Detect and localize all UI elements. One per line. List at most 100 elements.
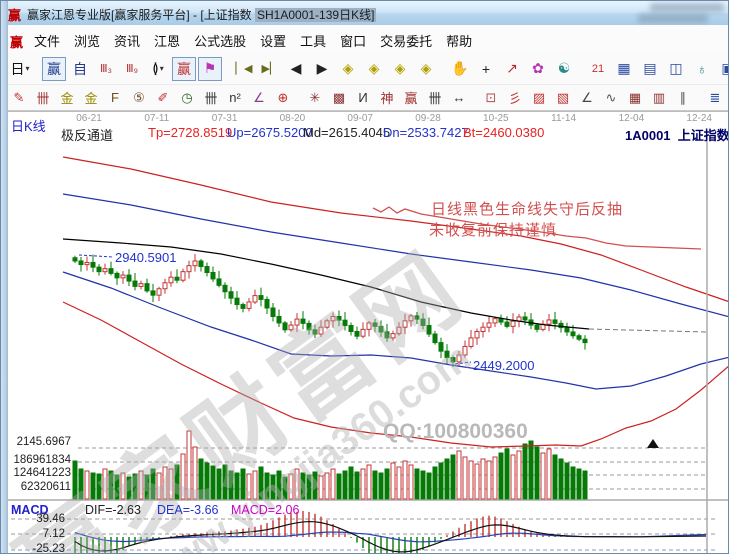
n2-icon: n² — [229, 90, 241, 105]
wave-icon[interactable]: И — [352, 87, 374, 108]
bars-3-icon[interactable]: Ⅲ₃ — [94, 57, 118, 81]
next-page-icon: ▶ — [317, 60, 328, 77]
f-lattice-icon[interactable]: F — [104, 87, 126, 108]
annotation-note-line2: 未收复前保持谨慎 — [429, 219, 557, 240]
symbol-label: 1A0001 上证指数 — [625, 125, 729, 144]
gann-tool-icon[interactable]: 赢 — [172, 57, 196, 81]
parallel-lines-icon: ∥ — [680, 90, 687, 106]
dense-grid-2-icon[interactable]: ▥ — [648, 87, 670, 108]
menu-window[interactable]: 窗口 — [340, 31, 366, 50]
fan-box-2-icon[interactable]: ▧ — [552, 87, 574, 108]
menu-trade[interactable]: 交易委托 — [380, 31, 432, 50]
menu-help[interactable]: 帮助 — [446, 31, 472, 50]
web-save-icon[interactable]: ♁ — [690, 57, 714, 81]
menu-browse[interactable]: 浏览 — [74, 31, 100, 50]
candle-style-icon[interactable]: ≬▾ — [146, 57, 170, 81]
calculator-icon: ▦ — [617, 60, 630, 77]
win-box-icon[interactable]: 赢 — [400, 87, 422, 108]
calculator-icon[interactable]: ▦ — [612, 57, 636, 81]
parallel-lines-icon[interactable]: ∥ — [672, 87, 694, 108]
ribbon-icon: ✿ — [532, 60, 544, 77]
crosshair-icon[interactable]: + — [474, 57, 498, 81]
high-label-leader — [79, 255, 113, 257]
five-ring-icon[interactable]: ⑤ — [128, 87, 150, 108]
web-save-icon: ♁ — [697, 61, 708, 77]
menu-items: 文件浏览资讯江恩公式选股设置工具窗口交易委托帮助 — [27, 31, 479, 51]
angle-rule-icon[interactable]: ∠ — [248, 87, 270, 108]
next-page-icon[interactable]: ▶ — [310, 57, 334, 81]
macd-scale-label: 7.12 — [5, 528, 65, 540]
spiderweb-icon: ✳ — [310, 90, 321, 106]
menu-file[interactable]: 文件 — [34, 31, 60, 50]
gold-lattice-icon: 金 — [60, 88, 73, 107]
f-lattice-icon: F — [111, 90, 119, 105]
ribbon-icon[interactable]: ✿ — [526, 57, 550, 81]
angle-rule-icon: ∠ — [253, 90, 265, 106]
brain-icon: ☯ — [558, 60, 571, 77]
win-box-icon: 赢 — [404, 88, 417, 107]
lattice-icon: 卌 — [36, 88, 49, 107]
pen-icon[interactable]: ✎ — [8, 87, 30, 108]
blurred-watermark — [638, 14, 708, 23]
span-icon[interactable]: ↔ — [448, 87, 470, 108]
dense-grid-icon[interactable]: ▦ — [624, 87, 646, 108]
print-icon[interactable]: ▣ — [716, 57, 729, 81]
flag-icon[interactable]: ⚑ — [198, 57, 222, 81]
info-list-icon[interactable]: 自 — [68, 57, 92, 81]
target-icon[interactable]: ⊕ — [272, 87, 294, 108]
macd-dea-value: DEA=-3.66 — [157, 503, 219, 517]
menu-gann[interactable]: 江恩 — [154, 31, 180, 50]
window-frame-left — [1, 1, 8, 554]
angle-fan-icon[interactable]: ∠ — [576, 87, 598, 108]
last-bar-icon[interactable]: ▶▏ — [258, 57, 282, 81]
annotation-high-price: 2940.5901 — [115, 250, 176, 265]
notepad-icon[interactable]: ▤ — [638, 57, 662, 81]
menu-settings[interactable]: 设置 — [260, 31, 286, 50]
first-bar-icon[interactable]: ▏◀ — [232, 57, 256, 81]
spiderweb-icon[interactable]: ✳ — [304, 87, 326, 108]
menu-bar: 赢 文件浏览资讯江恩公式选股设置工具窗口交易委托帮助 — [1, 25, 729, 54]
menu-formula-stockpick[interactable]: 公式选股 — [194, 31, 246, 50]
segment-icon[interactable]: ↗ — [500, 57, 524, 81]
web-box-icon[interactable]: ▩ — [328, 87, 350, 108]
brush-icon[interactable]: ✐ — [152, 87, 174, 108]
save-icon[interactable]: ◫ — [664, 57, 688, 81]
expand-y-icon[interactable]: ◈ — [414, 57, 438, 81]
menu-news[interactable]: 资讯 — [114, 31, 140, 50]
md-projection-line — [589, 329, 706, 332]
menu-tools[interactable]: 工具 — [300, 31, 326, 50]
chart-mode-icon[interactable]: 赢 — [42, 57, 66, 81]
n2-icon[interactable]: n² — [224, 87, 246, 108]
brain-icon[interactable]: ☯ — [552, 57, 576, 81]
last-bar-icon: ▶▏ — [262, 62, 279, 75]
shrink-x-icon: ◈ — [343, 60, 354, 77]
date-tick: 07-31 — [212, 113, 238, 124]
fan-box-2-icon: ▧ — [557, 90, 569, 106]
clock-wheel-icon[interactable]: ◷ — [176, 87, 198, 108]
macd-macd-value: MACD=2.06 — [231, 503, 299, 517]
gold-lattice-icon[interactable]: 金 — [56, 87, 78, 108]
gann-fan-icon[interactable]: 彡 — [504, 87, 526, 108]
ruler-lattice-icon[interactable]: 卌 — [424, 87, 446, 108]
expand-x-icon[interactable]: ◈ — [362, 57, 386, 81]
bars-9-icon[interactable]: Ⅲ₉ — [120, 57, 144, 81]
lattice-icon[interactable]: 卌 — [32, 87, 54, 108]
prev-page-icon[interactable]: ◀ — [284, 57, 308, 81]
crosshair-icon: + — [482, 61, 490, 77]
shrink-y-icon[interactable]: ◈ — [388, 57, 412, 81]
zigzag-icon[interactable]: ∿ — [600, 87, 622, 108]
shen-lattice-icon[interactable]: 神 — [376, 87, 398, 108]
gold-lattice-2-icon[interactable]: 金 — [80, 87, 102, 108]
period-day-icon[interactable]: 日▾ — [8, 57, 32, 81]
five-ring-icon: ⑤ — [133, 90, 145, 106]
hand-icon[interactable]: ✋ — [448, 57, 472, 81]
calendar-icon[interactable]: 21 — [586, 57, 610, 81]
box-tool-icon[interactable]: ⊡ — [480, 87, 502, 108]
shrink-x-icon[interactable]: ◈ — [336, 57, 360, 81]
volume-scale-label: 62320611 — [5, 481, 71, 493]
shen-lattice-icon: 神 — [380, 88, 393, 107]
flag-icon: ⚑ — [204, 60, 217, 77]
plain-lattice-icon[interactable]: 卌 — [200, 87, 222, 108]
column-edit-icon[interactable]: ≣ — [704, 87, 726, 108]
fan-box-icon[interactable]: ▨ — [528, 87, 550, 108]
